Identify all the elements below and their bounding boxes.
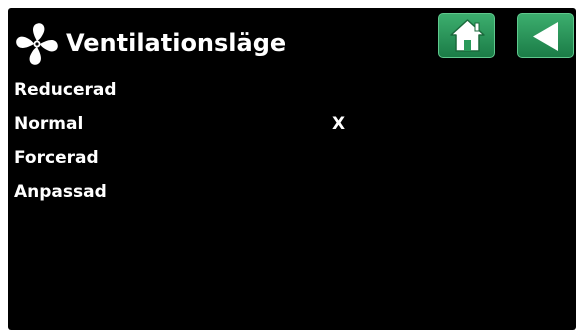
mode-row-normal[interactable]: Normal X	[8, 112, 576, 146]
mode-label: Reducerad	[14, 80, 117, 100]
screen: Ventilationsläge Reducerad Normal X Forc…	[0, 0, 583, 334]
display-panel: Ventilationsläge Reducerad Normal X Forc…	[8, 8, 576, 330]
home-button[interactable]	[438, 13, 495, 58]
mode-row-reducerad[interactable]: Reducerad	[8, 78, 576, 112]
page-title: Ventilationsläge	[66, 29, 287, 57]
back-button[interactable]	[517, 13, 574, 58]
mode-row-anpassad[interactable]: Anpassad	[8, 180, 576, 214]
mode-label: Anpassad	[14, 182, 107, 202]
header: Ventilationsläge	[8, 8, 576, 68]
fan-icon	[14, 21, 60, 67]
mode-label: Normal	[14, 114, 84, 134]
mode-row-forcerad[interactable]: Forcerad	[8, 146, 576, 180]
mode-selected-mark: X	[332, 114, 346, 134]
mode-label: Forcerad	[14, 148, 99, 168]
mode-list: Reducerad Normal X Forcerad Anpassad	[8, 78, 576, 214]
